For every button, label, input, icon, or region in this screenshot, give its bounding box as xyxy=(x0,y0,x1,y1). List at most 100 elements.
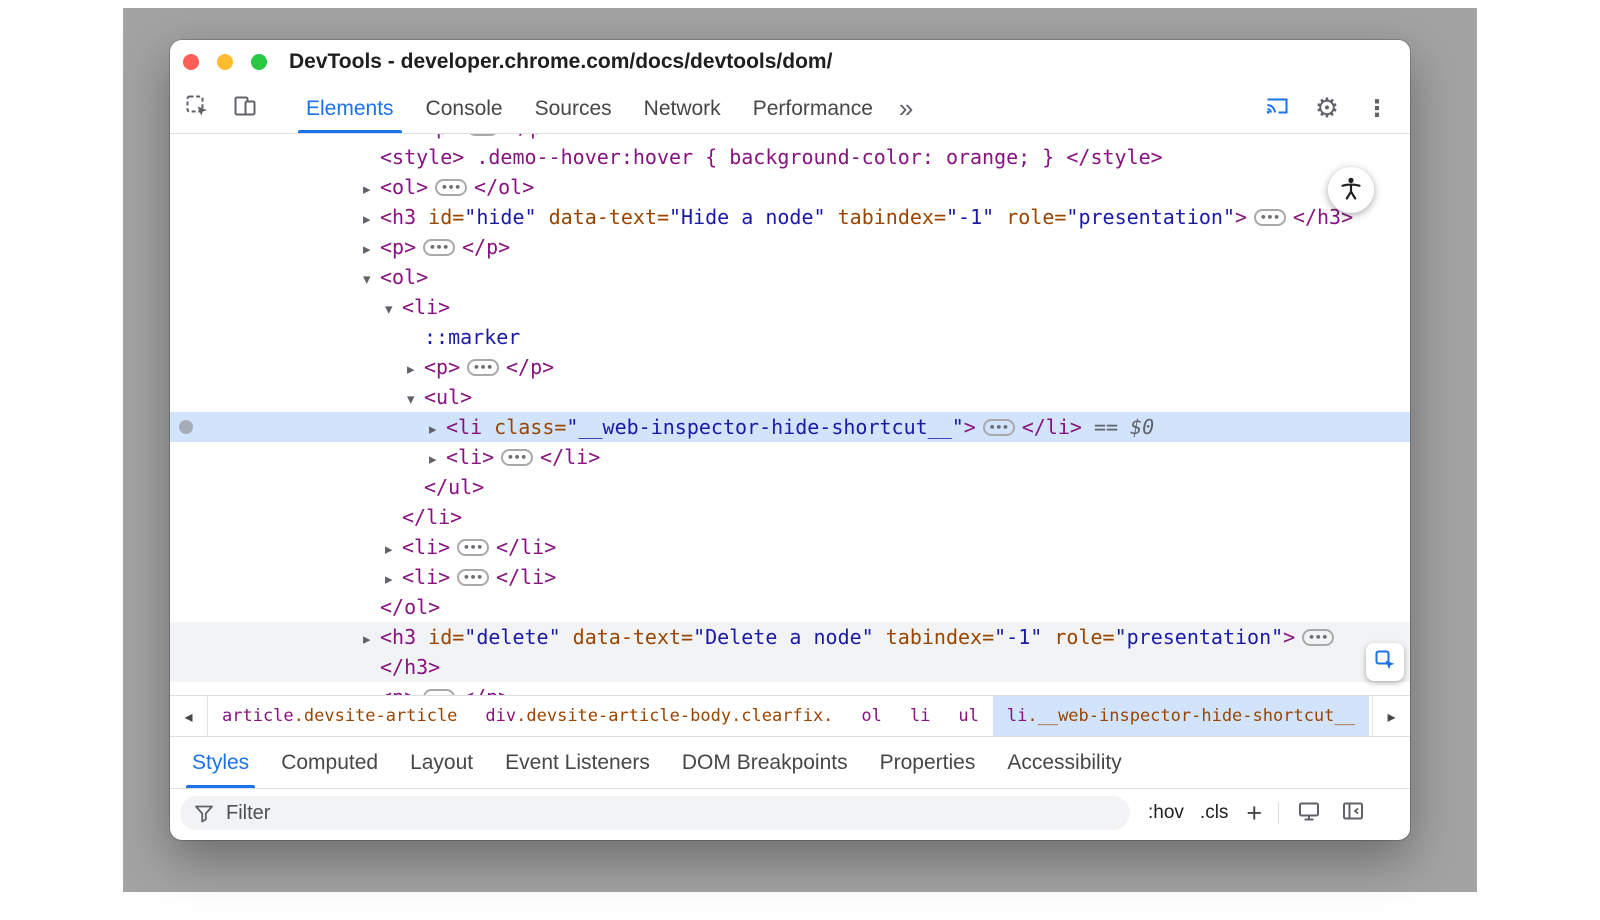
dom-tree: ▸<p>•••</p><style> .demo--hover:hover { … xyxy=(170,134,1410,695)
toggle-classes-button[interactable]: .cls xyxy=(1200,802,1229,824)
ellipsis-expand-button[interactable]: ••• xyxy=(1254,209,1286,226)
disclosure-arrow-icon[interactable]: ▸ xyxy=(363,204,380,234)
inspect-element-button[interactable] xyxy=(180,84,214,133)
filter-field-wrap xyxy=(180,796,1130,830)
more-tabs-button[interactable]: » xyxy=(889,84,923,133)
sidebar-tab-accessibility[interactable]: Accessibility xyxy=(991,737,1137,788)
chevron-left-icon: ◂ xyxy=(184,707,192,726)
styles-tab-bar: StylesComputedLayoutEvent ListenersDOM B… xyxy=(170,737,1410,789)
computed-sidebar-toggle-button[interactable] xyxy=(1337,799,1369,828)
sidebar-tab-properties[interactable]: Properties xyxy=(864,737,992,788)
inspect-icon xyxy=(184,93,210,124)
ellipsis-expand-button[interactable]: ••• xyxy=(501,449,533,466)
new-style-rule-button[interactable]: + xyxy=(1246,803,1262,823)
dom-tree-row[interactable]: ▾<ol> xyxy=(170,262,1410,292)
disclosure-arrow-icon[interactable]: ▸ xyxy=(385,534,402,564)
breadcrumb-item[interactable]: ol xyxy=(847,696,895,736)
sidebar-tab-event-listeners[interactable]: Event Listeners xyxy=(489,737,666,788)
dom-tree-row[interactable]: ▸<li>•••</li> xyxy=(170,532,1410,562)
dom-tree-row[interactable]: ▸<li class="__web-inspector-hide-shortcu… xyxy=(170,412,1410,442)
ellipsis-expand-button[interactable]: ••• xyxy=(423,239,455,256)
settings-button[interactable]: ⚙ xyxy=(1310,93,1344,124)
kebab-menu-icon: ⋮ xyxy=(1366,96,1389,122)
dom-tree-row[interactable]: ▾<ul> xyxy=(170,382,1410,412)
disclosure-arrow-icon[interactable]: ▸ xyxy=(363,624,380,654)
breadcrumb-item[interactable]: ul xyxy=(944,696,992,736)
disclosure-arrow-icon[interactable]: ▸ xyxy=(385,564,402,594)
styles-filter-input[interactable] xyxy=(180,796,1130,830)
dom-tree-row[interactable]: ▸<p>•••</p> xyxy=(170,134,1410,142)
tab-sources[interactable]: Sources xyxy=(519,84,628,133)
device-toolbar-button[interactable] xyxy=(228,84,262,133)
disclosure-arrow-icon[interactable]: ▾ xyxy=(385,294,402,324)
minimize-button[interactable] xyxy=(217,54,233,70)
disclosure-arrow-icon[interactable]: ▸ xyxy=(429,414,446,444)
inspect-overlay-button[interactable] xyxy=(1366,643,1404,681)
accessibility-overlay-button[interactable] xyxy=(1328,167,1374,213)
cast-icon xyxy=(1264,93,1290,124)
zoom-button[interactable] xyxy=(251,54,267,70)
sidebar-toggle-icon xyxy=(1341,799,1365,828)
breakpoint-dot xyxy=(179,420,193,434)
disclosure-arrow-icon[interactable]: ▸ xyxy=(363,174,380,204)
sidebar-tab-computed[interactable]: Computed xyxy=(265,737,394,788)
dom-tree-row[interactable]: <style> .demo--hover:hover { background-… xyxy=(170,142,1410,172)
panel-tabs: ElementsConsoleSourcesNetworkPerformance xyxy=(290,84,889,133)
dom-tree-row[interactable]: ▸<ol>•••</ol> xyxy=(170,172,1410,202)
dom-tree-row[interactable]: </h3> xyxy=(170,652,1410,682)
gear-icon: ⚙ xyxy=(1315,93,1339,124)
sidebar-tab-dom-breakpoints[interactable]: DOM Breakpoints xyxy=(666,737,864,788)
breadcrumb-item[interactable]: article.devsite-article xyxy=(208,696,471,736)
dom-tree-row[interactable]: </ol> xyxy=(170,592,1410,622)
ellipsis-expand-button[interactable]: ••• xyxy=(457,539,489,556)
disclosure-arrow-icon[interactable]: ▾ xyxy=(407,384,424,414)
disclosure-arrow-icon[interactable]: ▸ xyxy=(429,444,446,474)
disclosure-arrow-icon[interactable]: ▸ xyxy=(363,234,380,264)
tab-elements[interactable]: Elements xyxy=(290,84,410,133)
dom-tree-row[interactable]: ▸<h3 id="delete" data-text="Delete a nod… xyxy=(170,622,1410,652)
more-options-button[interactable]: ⋮ xyxy=(1360,96,1394,122)
tab-performance[interactable]: Performance xyxy=(737,84,889,133)
sidebar-tab-layout[interactable]: Layout xyxy=(394,737,489,788)
ellipsis-expand-button[interactable]: ••• xyxy=(457,569,489,586)
ellipsis-expand-button[interactable]: ••• xyxy=(983,419,1015,436)
dom-tree-row[interactable]: ▾<li> xyxy=(170,292,1410,322)
dom-tree-row[interactable]: </li> xyxy=(170,502,1410,532)
dom-tree-row[interactable]: ▸<p>•••</p> xyxy=(170,352,1410,382)
screencast-button[interactable] xyxy=(1260,93,1294,124)
ellipsis-expand-button[interactable]: ••• xyxy=(1302,629,1334,646)
close-button[interactable] xyxy=(183,54,199,70)
tab-console[interactable]: Console xyxy=(410,84,519,133)
window-title: DevTools - developer.chrome.com/docs/dev… xyxy=(289,50,832,74)
breadcrumb-item[interactable]: li xyxy=(896,696,944,736)
dom-tree-panel: ▸<p>•••</p><style> .demo--hover:hover { … xyxy=(170,134,1410,695)
ellipsis-expand-button[interactable]: ••• xyxy=(467,359,499,376)
dom-tree-row[interactable]: ▸<li>•••</li> xyxy=(170,442,1410,472)
breadcrumb-item[interactable]: div.devsite-article-body.clearfix. xyxy=(471,696,847,736)
breadcrumb-scroll-right-button[interactable]: ▸ xyxy=(1372,696,1410,736)
dom-tree-row[interactable]: ▸<h3 id="hide" data-text="Hide a node" t… xyxy=(170,202,1410,232)
disclosure-arrow-icon[interactable]: ▸ xyxy=(363,684,380,695)
breadcrumb-bar: ◂ article.devsite-articlediv.devsite-art… xyxy=(170,695,1410,737)
inspect-overlay-icon xyxy=(1373,648,1397,677)
tab-network[interactable]: Network xyxy=(628,84,737,133)
dom-tree-row[interactable]: ::marker xyxy=(170,322,1410,352)
breadcrumb-item[interactable]: li.__web-inspector-hide-shortcut__ xyxy=(993,696,1369,736)
divider xyxy=(1278,802,1279,824)
dom-tree-row[interactable]: ▸<li>•••</li> xyxy=(170,562,1410,592)
sidebar-tab-styles[interactable]: Styles xyxy=(176,737,265,788)
devtools-window: DevTools - developer.chrome.com/docs/dev… xyxy=(170,40,1410,840)
rendering-emulation-button[interactable] xyxy=(1293,799,1325,828)
breadcrumb-scroll-left-button[interactable]: ◂ xyxy=(170,696,208,736)
dom-tree-row[interactable]: </ul> xyxy=(170,472,1410,502)
dom-tree-row[interactable]: ▸<p>•••</p> xyxy=(170,232,1410,262)
monitor-icon xyxy=(1297,799,1321,828)
disclosure-arrow-icon[interactable]: ▾ xyxy=(363,264,380,294)
ellipsis-expand-button[interactable]: ••• xyxy=(467,134,499,136)
toggle-element-state-button[interactable]: :hov xyxy=(1148,802,1184,824)
accessibility-icon xyxy=(1338,175,1364,206)
disclosure-arrow-icon[interactable]: ▸ xyxy=(407,354,424,384)
dom-tree-row[interactable]: ▸<p>•••</p> xyxy=(170,682,1410,695)
title-bar: DevTools - developer.chrome.com/docs/dev… xyxy=(170,40,1410,84)
ellipsis-expand-button[interactable]: ••• xyxy=(435,179,467,196)
